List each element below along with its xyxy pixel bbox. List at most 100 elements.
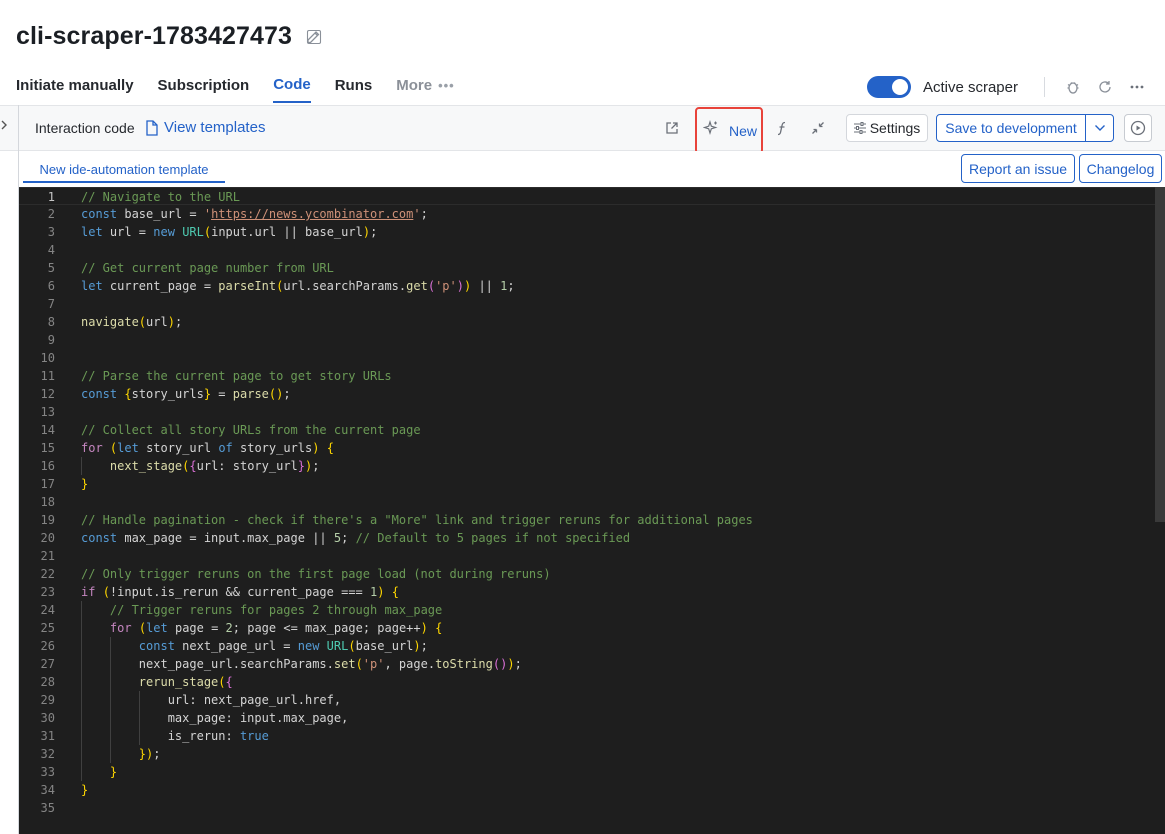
code-line[interactable]: 1 // Navigate to the URL bbox=[19, 187, 1155, 205]
save-dropdown-button[interactable] bbox=[1085, 114, 1114, 142]
code-line[interactable]: 4 bbox=[19, 241, 1155, 259]
line-number: 35 bbox=[40, 801, 55, 815]
code-line[interactable]: 10 bbox=[19, 349, 1155, 367]
new-ai-button[interactable]: New bbox=[695, 107, 763, 154]
code-text: if (!input.is_rerun && current_page === … bbox=[81, 585, 399, 599]
indent-guide bbox=[109, 691, 111, 709]
code-line[interactable]: 13 bbox=[19, 403, 1155, 421]
code-line[interactable]: 12 const {story_urls} = parse(); bbox=[19, 385, 1155, 403]
title-row: cli-scraper-1783427473 bbox=[16, 22, 322, 51]
line-number: 32 bbox=[40, 747, 55, 761]
code-text: const next_page_url = new URL(base_url); bbox=[138, 639, 428, 653]
line-number: 19 bbox=[40, 513, 55, 527]
code-line[interactable]: 7 bbox=[19, 295, 1155, 313]
more-dots-icon: ••• bbox=[438, 78, 455, 93]
tab-runs[interactable]: Runs bbox=[335, 77, 373, 102]
line-number: 20 bbox=[40, 531, 55, 545]
indent-guide bbox=[138, 709, 140, 727]
editor-tabbar: New ide-automation template Report an is… bbox=[19, 151, 1165, 187]
tab-subscription[interactable]: Subscription bbox=[158, 77, 250, 102]
code-line[interactable]: 19 // Handle pagination - check if there'… bbox=[19, 511, 1155, 529]
chevron-right-icon[interactable] bbox=[0, 118, 8, 135]
line-number: 27 bbox=[40, 657, 55, 671]
tab-more[interactable]: More ••• bbox=[396, 77, 455, 102]
interaction-code-label: Interaction code bbox=[35, 120, 135, 136]
code-editor[interactable]: 1 // Navigate to the URL 2 const base_url =… bbox=[19, 187, 1165, 834]
code-line[interactable]: 15 for (let story_url of story_urls) { bbox=[19, 439, 1155, 457]
code-line[interactable]: 3 let url = new URL(input.url || base_url… bbox=[19, 223, 1155, 241]
header-actions: Active scraper bbox=[866, 76, 1147, 98]
code-line[interactable]: 16 next_stage({url: story_url}); bbox=[19, 457, 1155, 475]
code-line[interactable]: 6 let current_page = parseInt(url.searchP… bbox=[19, 277, 1155, 295]
code-line[interactable]: 2 const base_url = 'https://news.ycombina… bbox=[19, 205, 1155, 223]
sliders-icon bbox=[853, 122, 866, 134]
line-number: 31 bbox=[40, 729, 55, 743]
collapse-icon[interactable] bbox=[809, 119, 827, 137]
code-line[interactable]: 20 const max_page = input.max_page || 5; … bbox=[19, 529, 1155, 547]
indent-guide bbox=[109, 655, 111, 673]
code-line[interactable]: 27 next_page_url.searchParams.set('p', p… bbox=[19, 655, 1155, 673]
code-line[interactable]: 5 // Get current page number from URL bbox=[19, 259, 1155, 277]
settings-label: Settings bbox=[869, 120, 921, 136]
code-text: url: next_page_url.href, bbox=[81, 693, 342, 707]
code-line[interactable]: 9 bbox=[19, 331, 1155, 349]
code-line[interactable]: 18 bbox=[19, 493, 1155, 511]
editor-scrollbar[interactable] bbox=[1155, 187, 1165, 522]
line-number: 30 bbox=[40, 711, 55, 725]
code-line[interactable]: 30 max_page: input.max_page, bbox=[19, 709, 1155, 727]
code-line[interactable]: 8 navigate(url); bbox=[19, 313, 1155, 331]
code-line[interactable]: 11 // Parse the current page to get story… bbox=[19, 367, 1155, 385]
line-number: 9 bbox=[47, 333, 55, 347]
more-options-icon[interactable] bbox=[1127, 77, 1147, 97]
line-number: 29 bbox=[40, 693, 55, 707]
code-text: let url = new URL(input.url || base_url)… bbox=[81, 225, 378, 239]
active-scraper-toggle[interactable] bbox=[866, 76, 911, 98]
report-issue-button[interactable]: Report an issue bbox=[961, 154, 1075, 183]
changelog-button[interactable]: Changelog bbox=[1079, 154, 1162, 183]
code-line[interactable]: 32 }); bbox=[19, 745, 1155, 763]
code-line[interactable]: 28 rerun_stage({ bbox=[19, 673, 1155, 691]
line-number: 13 bbox=[40, 405, 55, 419]
file-tab[interactable]: New ide-automation template bbox=[23, 159, 225, 183]
function-icon[interactable] bbox=[773, 119, 791, 137]
code-line[interactable]: 24 // Trigger reruns for pages 2 through… bbox=[19, 601, 1155, 619]
code-line[interactable]: 33 } bbox=[19, 763, 1155, 781]
code-line[interactable]: 34} bbox=[19, 781, 1155, 799]
tab-initiate-manually[interactable]: Initiate manually bbox=[16, 77, 134, 102]
tab-code[interactable]: Code bbox=[273, 76, 311, 103]
edit-icon[interactable] bbox=[306, 29, 322, 45]
line-number: 17 bbox=[40, 477, 55, 491]
code-text: // Trigger reruns for pages 2 through ma… bbox=[109, 603, 443, 617]
code-line[interactable]: 31 is_rerun: true bbox=[19, 727, 1155, 745]
save-to-development-button[interactable]: Save to development bbox=[936, 114, 1086, 142]
code-line[interactable]: 23 if (!input.is_rerun && current_page ==… bbox=[19, 583, 1155, 601]
code-line[interactable]: 21 bbox=[19, 547, 1155, 565]
editor-toolbar: Interaction code View templates New Sett… bbox=[0, 105, 1165, 154]
active-scraper-label: Active scraper bbox=[922, 78, 1018, 96]
view-templates-link[interactable]: View templates bbox=[145, 119, 265, 136]
code-text: // Navigate to the URL bbox=[81, 190, 240, 204]
refresh-icon[interactable] bbox=[1095, 77, 1115, 97]
line-number: 7 bbox=[47, 297, 55, 311]
code-line[interactable]: 26 const next_page_url = new URL(base_ur… bbox=[19, 637, 1155, 655]
bug-icon[interactable] bbox=[1063, 77, 1083, 97]
indent-guide bbox=[81, 745, 82, 763]
code-text: next_stage({url: story_url}); bbox=[109, 459, 320, 473]
code-line[interactable]: 22 // Only trigger reruns on the first pa… bbox=[19, 565, 1155, 583]
external-link-icon[interactable] bbox=[663, 119, 681, 137]
code-line[interactable]: 29 url: next_page_url.href, bbox=[19, 691, 1155, 709]
code-line[interactable]: 17} bbox=[19, 475, 1155, 493]
line-number: 16 bbox=[40, 459, 55, 473]
code-line[interactable]: 25 for (let page = 2; page <= max_page; … bbox=[19, 619, 1155, 637]
code-text: // Collect all story URLs from the curre… bbox=[81, 423, 421, 437]
line-number: 25 bbox=[40, 621, 55, 635]
line-number: 14 bbox=[40, 423, 55, 437]
indent-guide bbox=[109, 745, 111, 763]
line-number: 4 bbox=[47, 243, 55, 257]
code-line[interactable]: 35 bbox=[19, 799, 1155, 817]
settings-button[interactable]: Settings bbox=[846, 114, 928, 142]
run-button[interactable] bbox=[1124, 114, 1152, 142]
code-text: } bbox=[109, 765, 118, 779]
indent-guide bbox=[109, 727, 111, 745]
code-line[interactable]: 14 // Collect all story URLs from the cur… bbox=[19, 421, 1155, 439]
